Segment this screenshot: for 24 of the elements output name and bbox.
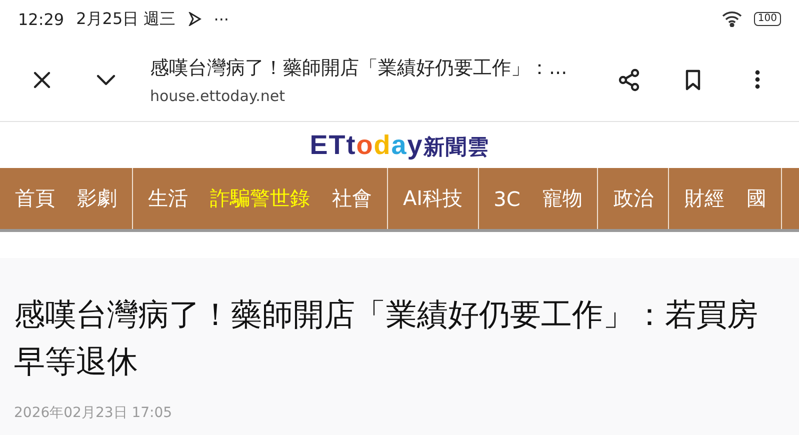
status-time: 12:29	[18, 10, 64, 28]
wifi-icon	[722, 11, 742, 27]
nav-link[interactable]: 社會	[321, 185, 383, 212]
nav-link[interactable]: 首頁	[4, 185, 66, 212]
nav-link[interactable]: AI科技	[392, 185, 474, 212]
nav-link[interactable]: 國	[735, 185, 778, 212]
site-logo[interactable]: ETtoday新聞雲	[310, 130, 490, 160]
more-notifications: ···	[214, 10, 229, 28]
battery-level: 100	[754, 12, 781, 26]
status-date: 2月25日 週三	[76, 8, 176, 30]
nav-link[interactable]: 政治	[602, 185, 664, 212]
play-icon	[188, 12, 202, 26]
nav-link[interactable]: 生活	[137, 185, 199, 212]
page-title: 感嘆台灣病了！藥師開店「業績好仍要工作」：...	[150, 56, 568, 80]
article-title: 感嘆台灣病了！藥師開店「業績好仍要工作」：若買房早等退休	[14, 296, 759, 382]
nav-link[interactable]: 寵物	[531, 185, 594, 212]
nav-link[interactable]: 影劇	[66, 185, 128, 212]
share-icon	[617, 68, 641, 92]
menu-icon	[754, 70, 760, 89]
nav-link[interactable]: 3C	[482, 186, 532, 210]
article-date: 2026年02月23日 17:05	[14, 404, 174, 422]
nav-link[interactable]: 財經	[673, 185, 736, 212]
page-url: house.ettoday.net	[150, 86, 286, 104]
nav-link[interactable]: 詐騙警世錄	[199, 185, 321, 212]
